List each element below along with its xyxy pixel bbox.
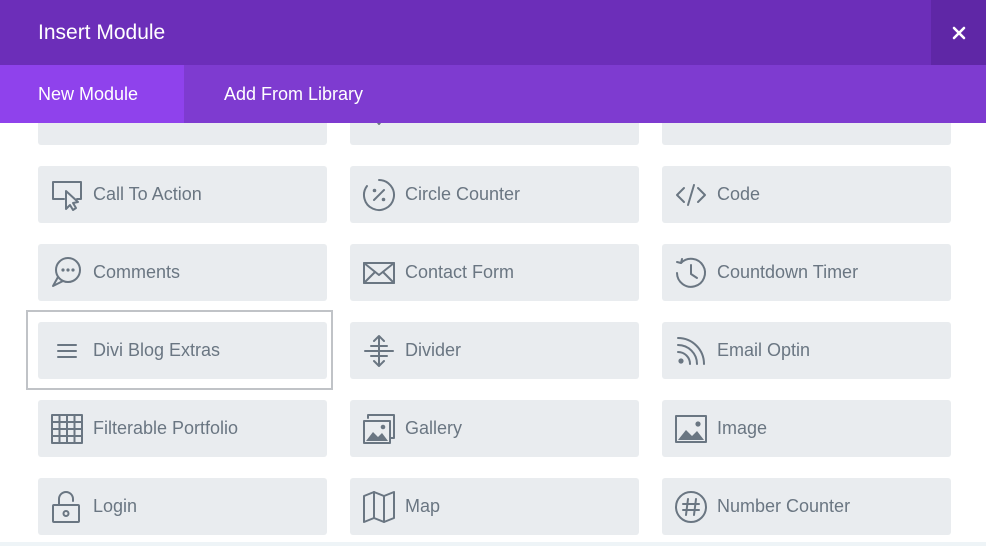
dialog-title: Insert Module: [38, 21, 166, 44]
module-label: Map: [405, 496, 441, 516]
padlock-icon: [50, 490, 84, 524]
module-label: Email Optin: [717, 340, 811, 360]
module-item-email-optin[interactable]: Email Optin: [662, 322, 951, 379]
module-label: Code: [717, 184, 761, 204]
module-grid: Call To Action Circle Counter Code Comme…: [0, 123, 986, 542]
module-label: Divider: [405, 340, 462, 360]
module-label: Number Counter: [717, 496, 851, 516]
dialog-title-bar: Insert Module: [0, 0, 986, 65]
module-label: Login: [93, 496, 138, 516]
module-item-image-partial[interactable]: [38, 123, 327, 145]
module-item-divi-blog-extras[interactable]: Divi Blog Extras: [38, 322, 327, 379]
module-item-filterable-portfolio[interactable]: Filterable Portfolio: [38, 400, 327, 457]
module-item-lines-partial[interactable]: [662, 123, 951, 145]
gallery-icon: [362, 412, 396, 446]
module-label: Divi Blog Extras: [93, 340, 221, 360]
module-item-comments[interactable]: Comments: [38, 244, 327, 301]
module-label: Contact Form: [405, 262, 515, 282]
circle-percent-icon: [362, 178, 396, 212]
module-item-contact-form[interactable]: Contact Form: [350, 244, 639, 301]
close-button[interactable]: [931, 0, 986, 65]
module-item-login[interactable]: Login: [38, 478, 327, 535]
code-icon: [674, 178, 708, 212]
module-item-gallery[interactable]: Gallery: [350, 400, 639, 457]
map-icon: [362, 490, 396, 524]
module-label: Gallery: [405, 418, 463, 438]
module-label: Comments: [93, 262, 181, 282]
tab-new-module-label: New Module: [38, 84, 139, 104]
chat-bubble-icon: [362, 123, 396, 134]
module-item-code[interactable]: Code: [662, 166, 951, 223]
module-item-map[interactable]: Map: [350, 478, 639, 535]
hash-circle-icon: [674, 490, 708, 524]
comments-icon: [50, 256, 84, 290]
image-icon: [674, 412, 708, 446]
module-item-call-to-action[interactable]: Call To Action: [38, 166, 327, 223]
module-item-divider[interactable]: Divider: [350, 322, 639, 379]
module-item-countdown-timer[interactable]: Countdown Timer: [662, 244, 951, 301]
tab-new-module[interactable]: New Module: [0, 65, 184, 123]
module-item-number-counter[interactable]: Number Counter: [662, 478, 951, 535]
tab-add-from-library[interactable]: Add From Library: [184, 65, 404, 123]
module-label: Call To Action: [93, 184, 202, 204]
module-label: Filterable Portfolio: [93, 418, 239, 438]
tab-add-from-library-label: Add From Library: [224, 84, 364, 104]
hamburger-menu-icon: [50, 334, 84, 368]
rss-icon: [674, 334, 708, 368]
module-label: Circle Counter: [405, 184, 521, 204]
envelope-icon: [362, 256, 396, 290]
module-label: Image: [717, 418, 768, 438]
module-label: Countdown Timer: [717, 262, 859, 282]
tab-bar: New Module Add From Library: [0, 65, 986, 123]
cursor-click-icon: [50, 178, 84, 212]
divider-arrows-icon: [362, 334, 396, 368]
module-item-image[interactable]: Image: [662, 400, 951, 457]
module-item-circle-counter[interactable]: Circle Counter: [350, 166, 639, 223]
module-item-chat-partial[interactable]: [350, 123, 639, 145]
scroll-edge: [0, 542, 986, 546]
clock-history-icon: [674, 256, 708, 290]
grid-table-icon: [50, 412, 84, 446]
lines-icon: [674, 123, 708, 134]
image-icon: [50, 123, 84, 134]
close-icon: [952, 26, 965, 39]
